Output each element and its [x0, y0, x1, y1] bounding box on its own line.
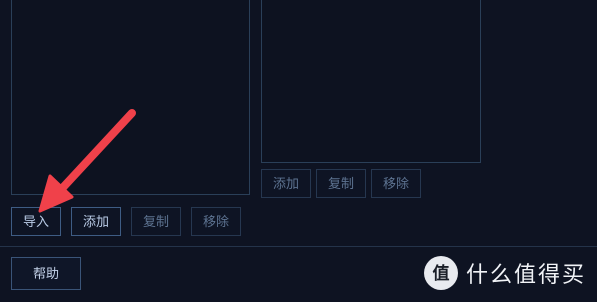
- svg-text:值: 值: [433, 263, 450, 284]
- left-list-panel[interactable]: [11, 0, 250, 195]
- watermark-logo-icon: 值: [424, 256, 458, 290]
- import-button[interactable]: 导入: [11, 207, 61, 236]
- watermark: 值 什么值得买: [424, 254, 586, 292]
- right-copy-button[interactable]: 复制: [316, 169, 366, 198]
- left-add-button[interactable]: 添加: [71, 207, 121, 236]
- footer-divider: [0, 246, 597, 247]
- help-button[interactable]: 帮助: [11, 257, 81, 290]
- left-remove-button[interactable]: 移除: [191, 207, 241, 236]
- watermark-text: 什么值得买: [466, 263, 587, 288]
- right-add-button[interactable]: 添加: [261, 169, 311, 198]
- right-remove-button[interactable]: 移除: [371, 169, 421, 198]
- left-copy-button[interactable]: 复制: [131, 207, 181, 236]
- right-list-panel[interactable]: [261, 0, 481, 163]
